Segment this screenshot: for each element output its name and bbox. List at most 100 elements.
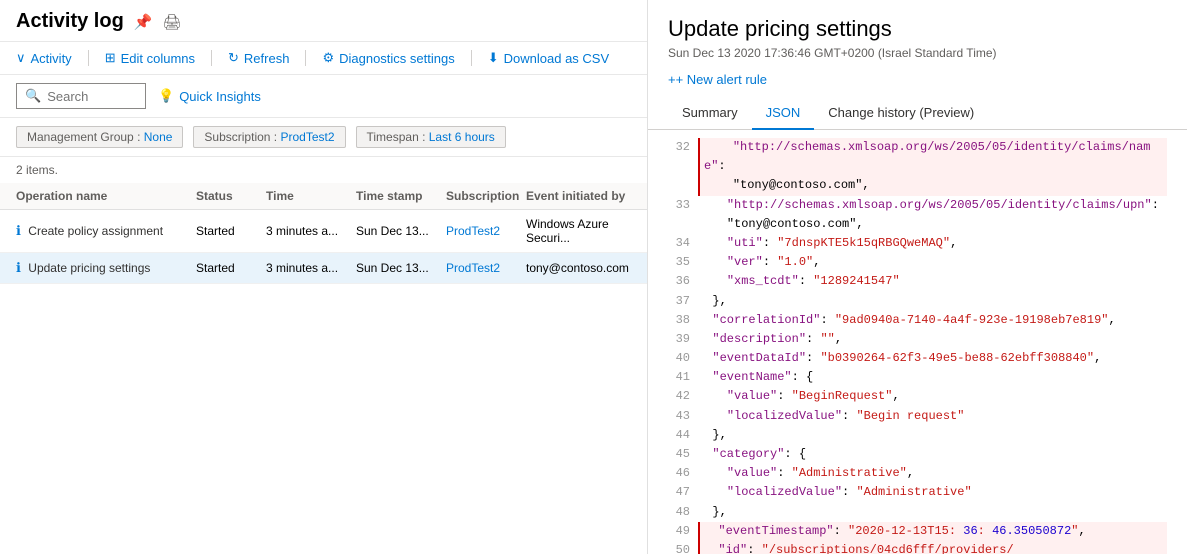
- items-count: 2 items.: [0, 157, 647, 183]
- json-line: 39 "description": "",: [668, 330, 1167, 349]
- line-number: 47: [668, 483, 690, 502]
- line-number: 49: [668, 522, 690, 541]
- download-icon: ⬇: [488, 50, 499, 66]
- pin-icon[interactable]: 📌: [134, 13, 153, 31]
- search-input[interactable]: [47, 89, 137, 104]
- json-line: 35 "ver": "1.0",: [668, 253, 1167, 272]
- json-line: 48 },: [668, 503, 1167, 522]
- json-viewer[interactable]: 32 "http://schemas.xmlsoap.org/ws/2005/0…: [648, 130, 1187, 554]
- column-header: Subscription: [446, 189, 526, 203]
- json-line: 49 "eventTimestamp": "2020-12-13T15: 36:…: [668, 522, 1167, 541]
- page-header: Activity log 📌 🖨: [0, 0, 647, 42]
- line-number: 45: [668, 445, 690, 464]
- line-code: },: [698, 503, 1167, 522]
- column-header: Operation name: [16, 189, 196, 203]
- activity-button[interactable]: ∨ Activity: [16, 50, 72, 66]
- left-panel: Activity log 📌 🖨 ∨ Activity ⊞ Edit colum…: [0, 0, 648, 554]
- line-number: 38: [668, 311, 690, 330]
- line-code: "uti": "7dnspKTE5k15qRBGQweMAQ",: [698, 234, 1167, 253]
- refresh-button[interactable]: ↻ Refresh: [228, 50, 289, 66]
- line-number: [668, 176, 690, 195]
- timestamp: Sun Dec 13...: [356, 224, 446, 238]
- json-line: 50 "id": "/subscriptions/04cd6fff/provid…: [668, 541, 1167, 554]
- quick-insights-button[interactable]: 💡 Quick Insights: [158, 88, 261, 104]
- line-code: "id": "/subscriptions/04cd6fff/providers…: [698, 541, 1167, 554]
- columns-icon: ⊞: [105, 50, 116, 66]
- new-alert-label: + New alert rule: [676, 72, 767, 87]
- chevron-down-icon: ∨: [16, 50, 26, 66]
- line-number: 48: [668, 503, 690, 522]
- download-button[interactable]: ⬇ Download as CSV: [488, 50, 609, 66]
- info-icon: ℹ: [16, 223, 21, 238]
- operation-name: ℹ Update pricing settings: [16, 260, 196, 276]
- subscription-link[interactable]: ProdTest2: [446, 261, 526, 275]
- line-code: "category": {: [698, 445, 1167, 464]
- line-code: "eventName": {: [698, 368, 1167, 387]
- tab-summary[interactable]: Summary: [668, 97, 752, 130]
- line-code: "localizedValue": "Begin request": [698, 407, 1167, 426]
- line-code: "localizedValue": "Administrative": [698, 483, 1167, 502]
- detail-subtitle: Sun Dec 13 2020 17:36:46 GMT+0200 (Israe…: [648, 46, 1187, 72]
- json-line: 36 "xms_tcdt": "1289241547": [668, 272, 1167, 291]
- page-title: Activity log: [16, 10, 124, 33]
- line-code: },: [698, 292, 1167, 311]
- detail-title: Update pricing settings: [648, 16, 1187, 46]
- json-line: 44 },: [668, 426, 1167, 445]
- line-code: "description": "",: [698, 330, 1167, 349]
- edit-columns-button[interactable]: ⊞ Edit columns: [105, 50, 195, 66]
- lightbulb-icon: 💡: [158, 88, 174, 104]
- json-line: 40 "eventDataId": "b0390264-62f3-49e5-be…: [668, 349, 1167, 368]
- time: 3 minutes a...: [266, 224, 356, 238]
- line-number: 32: [668, 138, 690, 176]
- json-line: 46 "value": "Administrative",: [668, 464, 1167, 483]
- table-row[interactable]: ℹ Update pricing settings Started 3 minu…: [0, 253, 647, 284]
- line-number: 35: [668, 253, 690, 272]
- right-panel: Update pricing settings Sun Dec 13 2020 …: [648, 0, 1187, 554]
- time: 3 minutes a...: [266, 261, 356, 275]
- diagnostics-button[interactable]: ⚙ Diagnostics settings: [322, 50, 454, 66]
- json-line: 33 "http://schemas.xmlsoap.org/ws/2005/0…: [668, 196, 1167, 215]
- print-icon[interactable]: 🖨: [162, 13, 181, 31]
- json-line: "tony@contoso.com",: [668, 176, 1167, 195]
- filter-tag[interactable]: Timespan : Last 6 hours: [356, 126, 506, 148]
- refresh-icon: ↻: [228, 50, 239, 66]
- json-line: 37 },: [668, 292, 1167, 311]
- line-code: "ver": "1.0",: [698, 253, 1167, 272]
- search-field[interactable]: 🔍: [16, 83, 146, 109]
- search-bar: 🔍 💡 Quick Insights: [0, 75, 647, 118]
- line-number: 46: [668, 464, 690, 483]
- line-number: 44: [668, 426, 690, 445]
- status: Started: [196, 224, 266, 238]
- line-number: 33: [668, 196, 690, 215]
- line-number: 40: [668, 349, 690, 368]
- json-line: 47 "localizedValue": "Administrative": [668, 483, 1167, 502]
- filter-tag[interactable]: Management Group : None: [16, 126, 183, 148]
- line-number: 39: [668, 330, 690, 349]
- line-code: "tony@contoso.com",: [698, 215, 1167, 234]
- toolbar: ∨ Activity ⊞ Edit columns ↻ Refresh ⚙ Di…: [0, 42, 647, 75]
- new-alert-button[interactable]: + + New alert rule: [648, 72, 1187, 97]
- json-line: 42 "value": "BeginRequest",: [668, 387, 1167, 406]
- line-number: 36: [668, 272, 690, 291]
- column-header: Time: [266, 189, 356, 203]
- column-header: Event initiated by: [526, 189, 631, 203]
- line-code: "http://schemas.xmlsoap.org/ws/2005/05/i…: [698, 196, 1167, 215]
- separator: [88, 50, 89, 66]
- line-number: 37: [668, 292, 690, 311]
- line-code: "xms_tcdt": "1289241547": [698, 272, 1167, 291]
- line-code: "value": "Administrative",: [698, 464, 1167, 483]
- line-number: [668, 215, 690, 234]
- table-row[interactable]: ℹ Create policy assignment Started 3 min…: [0, 210, 647, 253]
- json-line: 32 "http://schemas.xmlsoap.org/ws/2005/0…: [668, 138, 1167, 176]
- table-body: ℹ Create policy assignment Started 3 min…: [0, 210, 647, 284]
- table-header: Operation nameStatusTimeTime stampSubscr…: [0, 183, 647, 210]
- filter-tag[interactable]: Subscription : ProdTest2: [193, 126, 345, 148]
- subscription-link[interactable]: ProdTest2: [446, 224, 526, 238]
- json-line: 38 "correlationId": "9ad0940a-7140-4a4f-…: [668, 311, 1167, 330]
- plus-icon: +: [668, 72, 676, 87]
- column-header: Status: [196, 189, 266, 203]
- tab-json[interactable]: JSON: [752, 97, 815, 130]
- tab-change-history-preview[interactable]: Change history (Preview): [814, 97, 988, 130]
- separator: [305, 50, 306, 66]
- line-code: "eventDataId": "b0390264-62f3-49e5-be88-…: [698, 349, 1167, 368]
